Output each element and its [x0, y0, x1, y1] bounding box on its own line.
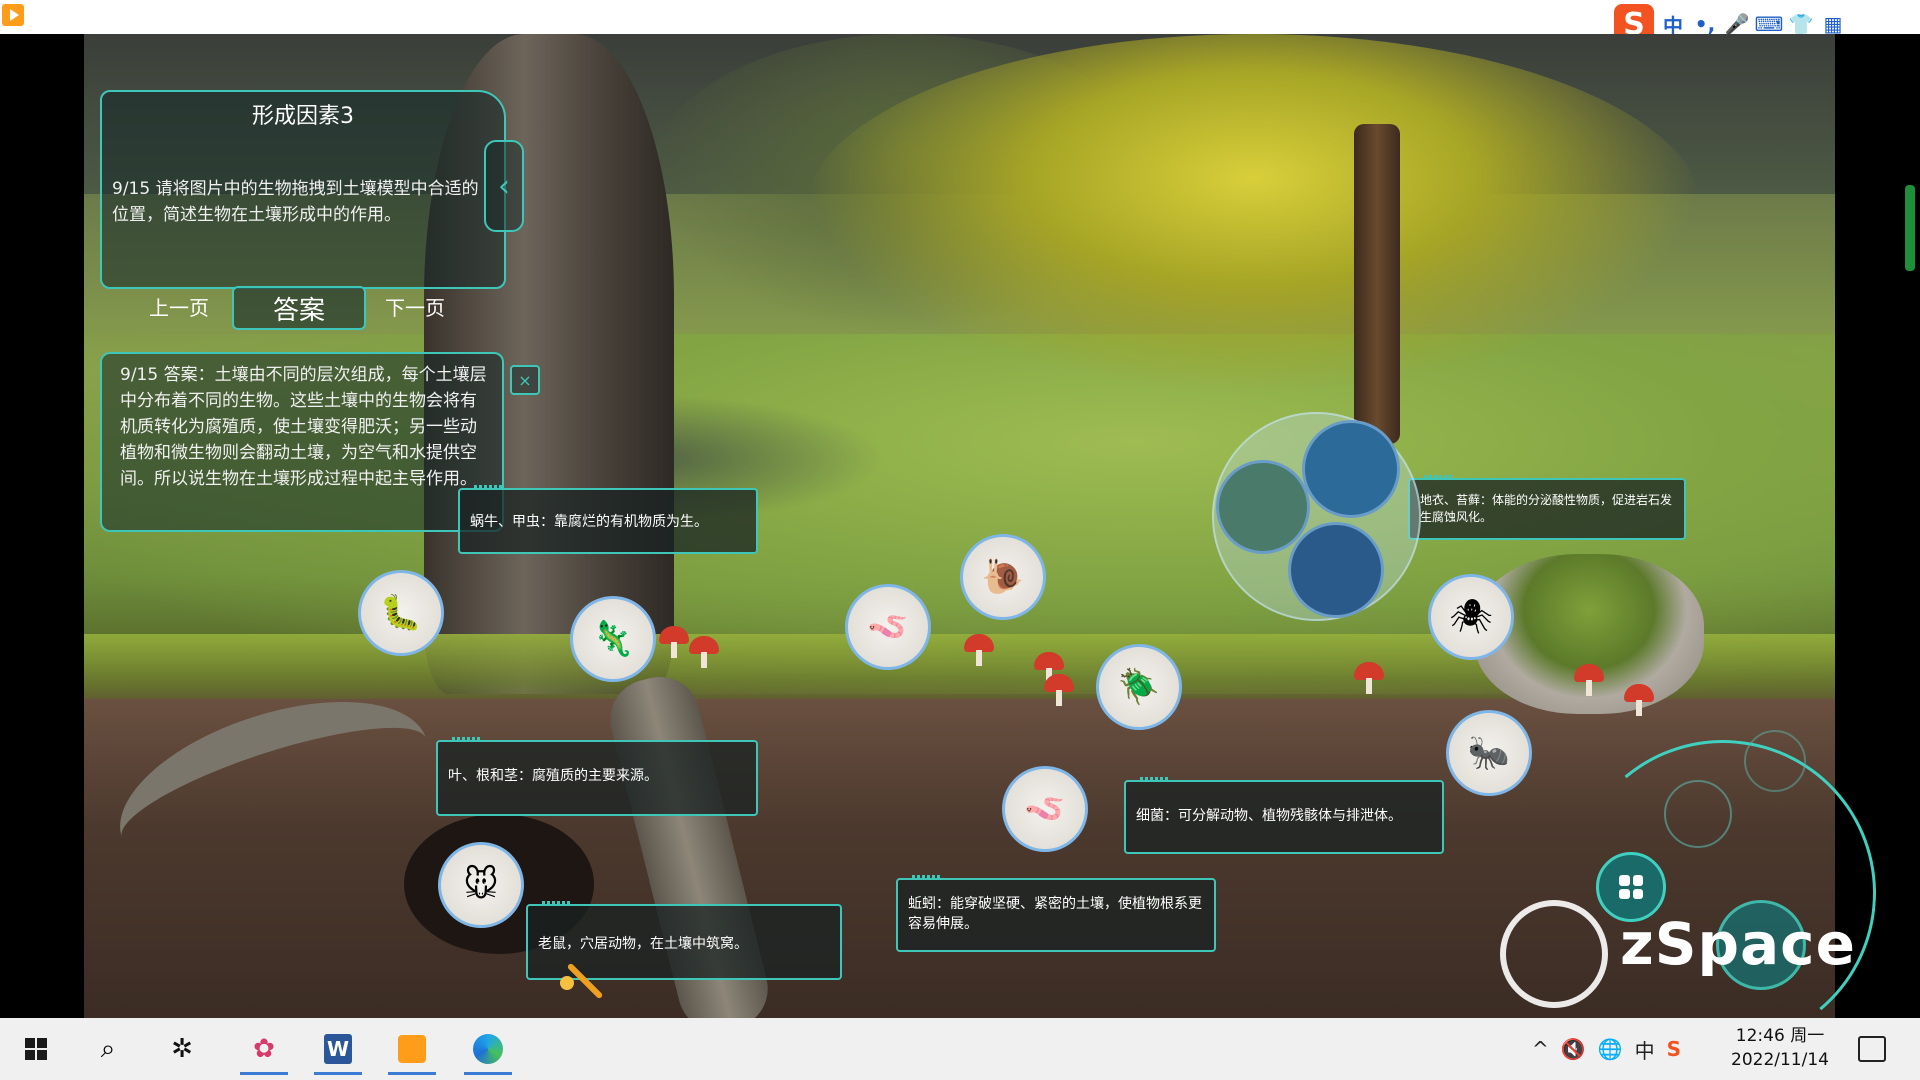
millipede-card[interactable]: 🪱 [845, 584, 931, 670]
notification-icon[interactable] [1858, 1036, 1886, 1062]
tray-expand-icon[interactable]: ^ [1532, 1037, 1549, 1061]
zspace-menu-slot[interactable] [1664, 780, 1732, 848]
label-lichen-moss: 地衣、苔藓：体能的分泌酸性物质，促进岩石发生腐蚀风化。 [1408, 475, 1686, 540]
background-tree-trunk [1354, 124, 1400, 444]
edge-icon [473, 1034, 503, 1064]
question-text: 9/15 请将图片中的生物拖拽到土壤模型中合适的位置，简述生物在土壤形成中的作用… [112, 179, 479, 225]
edge-app-icon[interactable] [464, 1026, 512, 1075]
zspace-menu-slot[interactable] [1744, 730, 1806, 792]
answer-text: 9/15 答案：土壤由不同的层次组成，每个土壤层中分布着不同的生物。这些土壤中的… [120, 365, 487, 489]
sogou-tray-icon[interactable]: S [1667, 1037, 1681, 1061]
centipede-card[interactable]: 🐛 [358, 570, 444, 656]
label-snail-beetle: 蜗牛、甲虫：靠腐烂的有机物质为生。 [458, 485, 758, 554]
panel-title: 形成因素3 [252, 104, 354, 129]
screen: S 中 •, 🎤 ⌨ 👕 ▦ 形成因素3 9/15 请将图片中的生物拖拽到土壤模… [0, 0, 1920, 1080]
system-tray: ^ 🔇 🌐 中 S [1532, 1018, 1681, 1080]
left-letterbox [0, 34, 84, 1018]
next-page-button[interactable]: 下一页 [360, 286, 470, 326]
network-icon[interactable]: 🌐 [1598, 1037, 1623, 1061]
start-button[interactable] [12, 1026, 60, 1072]
volume-muted-icon[interactable]: 🔇 [1561, 1037, 1586, 1061]
earthworm-card[interactable]: 🪱 [1002, 766, 1088, 852]
spider-card[interactable]: 🕷 [1428, 574, 1514, 660]
ant-card[interactable]: 🐜 [1446, 710, 1532, 796]
flower-app-icon[interactable]: ✿ [240, 1026, 288, 1075]
prev-page-button[interactable]: 上一页 [124, 286, 234, 326]
mouse-card[interactable]: 🐭 [438, 842, 524, 928]
clock-date: 2022/11/14 [1731, 1050, 1829, 1070]
ime-mode-icon[interactable]: 中 [1635, 1035, 1655, 1064]
label-leaves-roots: 叶、根和茎：腐殖质的主要来源。 [436, 737, 758, 816]
label-earthworm: 蚯蚓：能穿破坚硬、紧密的土壤，使植物根系更容易伸展。 [896, 875, 1216, 952]
clock-time: 12:46 周一 [1735, 1026, 1825, 1046]
label-bacteria: 细菌：可分解动物、植物残骸体与排泄体。 [1124, 777, 1444, 854]
clock[interactable]: 12:46 周一 2022/11/14 [1720, 1024, 1840, 1072]
lizard-card[interactable]: 🦎 [570, 596, 656, 682]
microbe-image [1216, 460, 1310, 554]
zspace-logo-mark [1500, 900, 1608, 1008]
search-button[interactable]: ⌕ [84, 1026, 132, 1072]
close-answer-button[interactable]: × [510, 365, 540, 395]
collapse-panel-button[interactable]: ‹ [484, 140, 524, 232]
apps-grid-icon [1619, 875, 1643, 899]
beetle-card[interactable]: 🪲 [1096, 644, 1182, 730]
answer-button[interactable]: 答案 [232, 286, 366, 330]
scrollbar[interactable] [1905, 185, 1915, 271]
word-app-icon[interactable]: W [314, 1026, 362, 1075]
player-app-taskbar-icon[interactable] [388, 1026, 436, 1075]
microbe-image [1288, 522, 1384, 618]
microbe-image [1302, 420, 1400, 518]
microorganism-bubble[interactable] [1212, 412, 1421, 621]
stylus-pointer-tip [560, 976, 574, 990]
player-app-icon[interactable] [2, 4, 24, 26]
windows-logo-icon [25, 1038, 47, 1060]
yellow-canopy [804, 34, 1704, 394]
zspace-logo-text: zSpace [1620, 910, 1856, 978]
snail-card[interactable]: 🐌 [960, 534, 1046, 620]
top-bar: S 中 •, 🎤 ⌨ 👕 ▦ [0, 0, 1920, 44]
word-icon: W [324, 1034, 352, 1064]
pinwheel-app-icon[interactable]: ✲ [158, 1026, 206, 1072]
play-icon [398, 1035, 426, 1063]
answer-panel: 9/15 答案：土壤由不同的层次组成，每个土壤层中分布着不同的生物。这些土壤中的… [100, 352, 504, 532]
question-panel: 形成因素3 9/15 请将图片中的生物拖拽到土壤模型中合适的位置，简述生物在土壤… [100, 90, 506, 289]
